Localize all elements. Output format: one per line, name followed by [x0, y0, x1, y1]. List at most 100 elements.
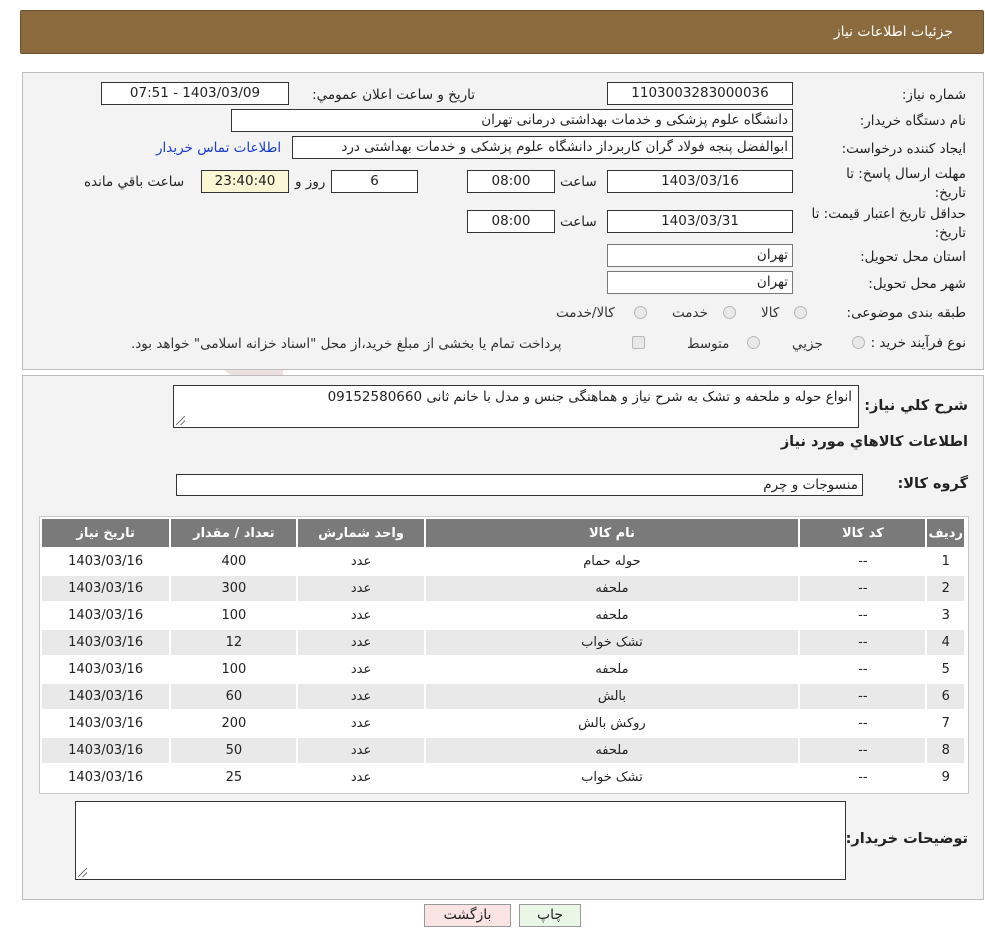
- item-code-cell: --: [800, 630, 926, 655]
- goods-group-field: منسوجات و چرم: [176, 474, 863, 496]
- need-number-label: شماره نیاز:: [901, 87, 966, 103]
- table-row: 2 -- ملحفه عدد 300 1403/03/16: [42, 576, 964, 601]
- items-table-header: ردیف کد کالا نام کالا واحد شمارش تعداد /…: [42, 519, 964, 547]
- item-quantity-cell: 100: [171, 603, 297, 628]
- process-note: پرداخت تمام یا بخشی از مبلغ خرید،از محل …: [131, 336, 562, 352]
- item-need-date-cell: 1403/03/16: [42, 684, 170, 709]
- page-header: جزئیات اطلاعات نیاز: [20, 10, 984, 54]
- table-row: 3 -- ملحفه عدد 100 1403/03/16: [42, 603, 964, 628]
- item-unit-cell: عدد: [298, 738, 424, 763]
- buyer-notes-textarea[interactable]: [75, 801, 846, 880]
- category-goods-service-radio[interactable]: [634, 306, 647, 319]
- item-code-cell: --: [800, 657, 926, 682]
- remaining-time-label: ساعت باقي مانده: [84, 174, 185, 190]
- resize-grip-icon[interactable]: [176, 416, 185, 425]
- item-code-cell: --: [800, 711, 926, 736]
- item-code-cell: --: [800, 576, 926, 601]
- item-unit-cell: عدد: [298, 603, 424, 628]
- item-need-date-cell: 1403/03/16: [42, 657, 170, 682]
- item-code-cell: --: [800, 765, 926, 790]
- process-minor-label: جزیي: [792, 336, 823, 352]
- item-quantity-cell: 60: [171, 684, 297, 709]
- item-code-cell: --: [800, 738, 926, 763]
- back-button[interactable]: بازگشت: [424, 904, 511, 927]
- item-name-cell: حوله حمام: [425, 549, 799, 574]
- goods-group-label: گروه کالا:: [897, 476, 968, 492]
- item-name-cell: تشک خواب: [425, 765, 799, 790]
- validity-label-line2: تاریخ:: [934, 225, 966, 241]
- row-number-cell: 2: [927, 576, 964, 601]
- item-name-cell: روکش بالش: [425, 711, 799, 736]
- row-number-cell: 6: [927, 684, 964, 709]
- summary-text: انواع حوله و ملحفه و تشک به شرح نیاز و ه…: [327, 389, 852, 405]
- buyer-contact-link[interactable]: اطلاعات تماس خریدار: [156, 140, 281, 156]
- col-name-header: نام کالا: [425, 519, 799, 547]
- item-quantity-cell: 200: [171, 711, 297, 736]
- table-row: 4 -- تشک خواب عدد 12 1403/03/16: [42, 630, 964, 655]
- validity-time-label: ساعت: [560, 214, 597, 230]
- summary-label: شرح کلي نیاز:: [864, 398, 968, 414]
- item-quantity-cell: 100: [171, 657, 297, 682]
- item-unit-cell: عدد: [298, 711, 424, 736]
- item-name-cell: بالش: [425, 684, 799, 709]
- table-row: 7 -- روکش بالش عدد 200 1403/03/16: [42, 711, 964, 736]
- deadline-time-field: 08:00: [467, 170, 555, 193]
- item-code-cell: --: [800, 549, 926, 574]
- item-quantity-cell: 300: [171, 576, 297, 601]
- item-unit-cell: عدد: [298, 684, 424, 709]
- process-minor-radio[interactable]: [852, 336, 865, 349]
- category-service-radio[interactable]: [723, 306, 736, 319]
- validity-label-line1: حداقل تاریخ اعتبار قیمت: تا: [811, 206, 966, 222]
- table-row: 6 -- بالش عدد 60 1403/03/16: [42, 684, 964, 709]
- process-treasury-checkbox[interactable]: [632, 336, 645, 349]
- row-number-cell: 3: [927, 603, 964, 628]
- process-medium-label: متوسط: [687, 336, 730, 352]
- need-number-field: 1103003283000036: [607, 82, 793, 105]
- item-need-date-cell: 1403/03/16: [42, 711, 170, 736]
- items-table-wrap: ردیف کد کالا نام کالا واحد شمارش تعداد /…: [39, 516, 969, 794]
- item-need-date-cell: 1403/03/16: [42, 576, 170, 601]
- category-label: طبقه بندی موضوعی:: [846, 305, 966, 321]
- resize-grip-icon[interactable]: [78, 868, 87, 877]
- item-need-date-cell: 1403/03/16: [42, 765, 170, 790]
- row-number-cell: 7: [927, 711, 964, 736]
- item-quantity-cell: 25: [171, 765, 297, 790]
- deadline-label-line1: مهلت ارسال پاسخ: تا: [846, 166, 966, 182]
- buyer-org-label: نام دستگاه خریدار:: [859, 113, 966, 129]
- col-date-header: تاریخ نیاز: [42, 519, 170, 547]
- remaining-time-field: 23:40:40: [201, 170, 289, 193]
- deadline-label: مهلت ارسال پاسخ: تا تاریخ:: [846, 165, 966, 203]
- print-button[interactable]: چاپ: [519, 904, 581, 927]
- requester-label: ایجاد کننده درخواست:: [841, 141, 966, 157]
- col-row-header: ردیف: [927, 519, 964, 547]
- validity-time-field: 08:00: [467, 210, 555, 233]
- col-unit-header: واحد شمارش: [298, 519, 424, 547]
- item-name-cell: ملحفه: [425, 738, 799, 763]
- deadline-time-label: ساعت: [560, 174, 597, 190]
- row-number-cell: 5: [927, 657, 964, 682]
- category-goods-radio[interactable]: [794, 306, 807, 319]
- announce-datetime-label: تاریخ و ساعت اعلان عمومي:: [312, 87, 475, 103]
- days-label: روز و: [295, 174, 326, 190]
- item-quantity-cell: 12: [171, 630, 297, 655]
- requester-field: ابوالفضل پنجه فولاد گران کاربرداز دانشگا…: [292, 136, 793, 159]
- item-quantity-cell: 50: [171, 738, 297, 763]
- item-need-date-cell: 1403/03/16: [42, 603, 170, 628]
- deadline-date-field: 1403/03/16: [607, 170, 793, 193]
- page-title: جزئیات اطلاعات نیاز: [833, 24, 953, 40]
- process-medium-radio[interactable]: [747, 336, 760, 349]
- items-table: ردیف کد کالا نام کالا واحد شمارش تعداد /…: [40, 517, 966, 792]
- table-row: 5 -- ملحفه عدد 100 1403/03/16: [42, 657, 964, 682]
- item-name-cell: تشک خواب: [425, 630, 799, 655]
- deadline-label-line2: تاریخ:: [934, 185, 966, 201]
- item-need-date-cell: 1403/03/16: [42, 738, 170, 763]
- table-row: 8 -- ملحفه عدد 50 1403/03/16: [42, 738, 964, 763]
- validity-label: حداقل تاریخ اعتبار قیمت: تا تاریخ:: [812, 205, 966, 243]
- item-code-cell: --: [800, 603, 926, 628]
- table-row: 9 -- تشک خواب عدد 25 1403/03/16: [42, 765, 964, 790]
- category-goods-service-label: کالا/خدمت: [556, 305, 615, 321]
- item-need-date-cell: 1403/03/16: [42, 549, 170, 574]
- row-number-cell: 9: [927, 765, 964, 790]
- summary-textarea[interactable]: انواع حوله و ملحفه و تشک به شرح نیاز و ه…: [173, 385, 859, 428]
- row-number-cell: 1: [927, 549, 964, 574]
